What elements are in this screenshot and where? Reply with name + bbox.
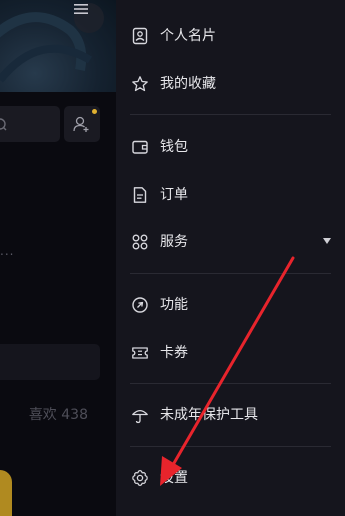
menu-item-wallet[interactable]: 钱包 <box>116 127 345 167</box>
menu-item-label: 卡券 <box>160 345 188 361</box>
id-card-icon <box>130 26 150 46</box>
function-link-icon <box>130 295 150 315</box>
divider <box>130 114 331 115</box>
floating-gold-element <box>0 470 12 516</box>
screen: ... 喜欢 438 个人名片 我的收藏 钱包 订单 服务 功能 卡券 未成年保… <box>0 0 345 516</box>
chevron-down-icon[interactable] <box>323 238 331 244</box>
add-friend-button[interactable] <box>64 106 100 142</box>
umbrella-icon <box>130 405 150 425</box>
menu-item-label: 功能 <box>160 297 188 313</box>
wallet-icon <box>130 137 150 157</box>
menu-item-favorites[interactable]: 我的收藏 <box>116 64 345 104</box>
menu-item-label: 设置 <box>160 470 188 486</box>
services-grid-icon <box>130 232 150 252</box>
menu-item-label: 订单 <box>160 187 188 203</box>
hamburger-icon <box>74 4 88 14</box>
menu-item-label: 钱包 <box>160 139 188 155</box>
notification-dot <box>92 109 97 114</box>
side-drawer-menu: 个人名片 我的收藏 钱包 订单 服务 功能 卡券 未成年保护工具 设置 <box>116 0 345 516</box>
menu-item-label: 未成年保护工具 <box>160 407 258 423</box>
content-bar <box>0 344 100 380</box>
menu-item-label: 服务 <box>160 234 188 250</box>
likes-counter: 喜欢 438 <box>29 404 88 424</box>
background-profile-page: ... 喜欢 438 <box>0 0 116 516</box>
profile-header-banner <box>0 0 116 92</box>
menu-item-label: 我的收藏 <box>160 76 216 92</box>
menu-item-label: 个人名片 <box>160 28 216 44</box>
menu-item-functions[interactable]: 功能 <box>116 285 345 325</box>
divider <box>130 273 331 274</box>
search-icon <box>0 116 10 134</box>
coupon-icon <box>130 343 150 363</box>
menu-item-minor-protection[interactable]: 未成年保护工具 <box>116 395 345 435</box>
divider <box>130 383 331 384</box>
gear-icon <box>130 468 150 488</box>
menu-item-profile-card[interactable]: 个人名片 <box>116 16 345 56</box>
add-user-icon <box>73 116 89 132</box>
divider <box>130 446 331 447</box>
menu-item-services[interactable]: 服务 <box>116 222 345 262</box>
menu-item-coupons[interactable]: 卡券 <box>116 333 345 373</box>
likes-count: 438 <box>61 407 88 423</box>
menu-item-orders[interactable]: 订单 <box>116 175 345 215</box>
hamburger-menu-button[interactable] <box>74 3 104 33</box>
truncated-text: ... <box>0 244 15 258</box>
star-icon <box>130 74 150 94</box>
likes-label: 喜欢 <box>28 407 57 423</box>
menu-item-settings[interactable]: 设置 <box>116 458 345 498</box>
order-document-icon <box>130 185 150 205</box>
